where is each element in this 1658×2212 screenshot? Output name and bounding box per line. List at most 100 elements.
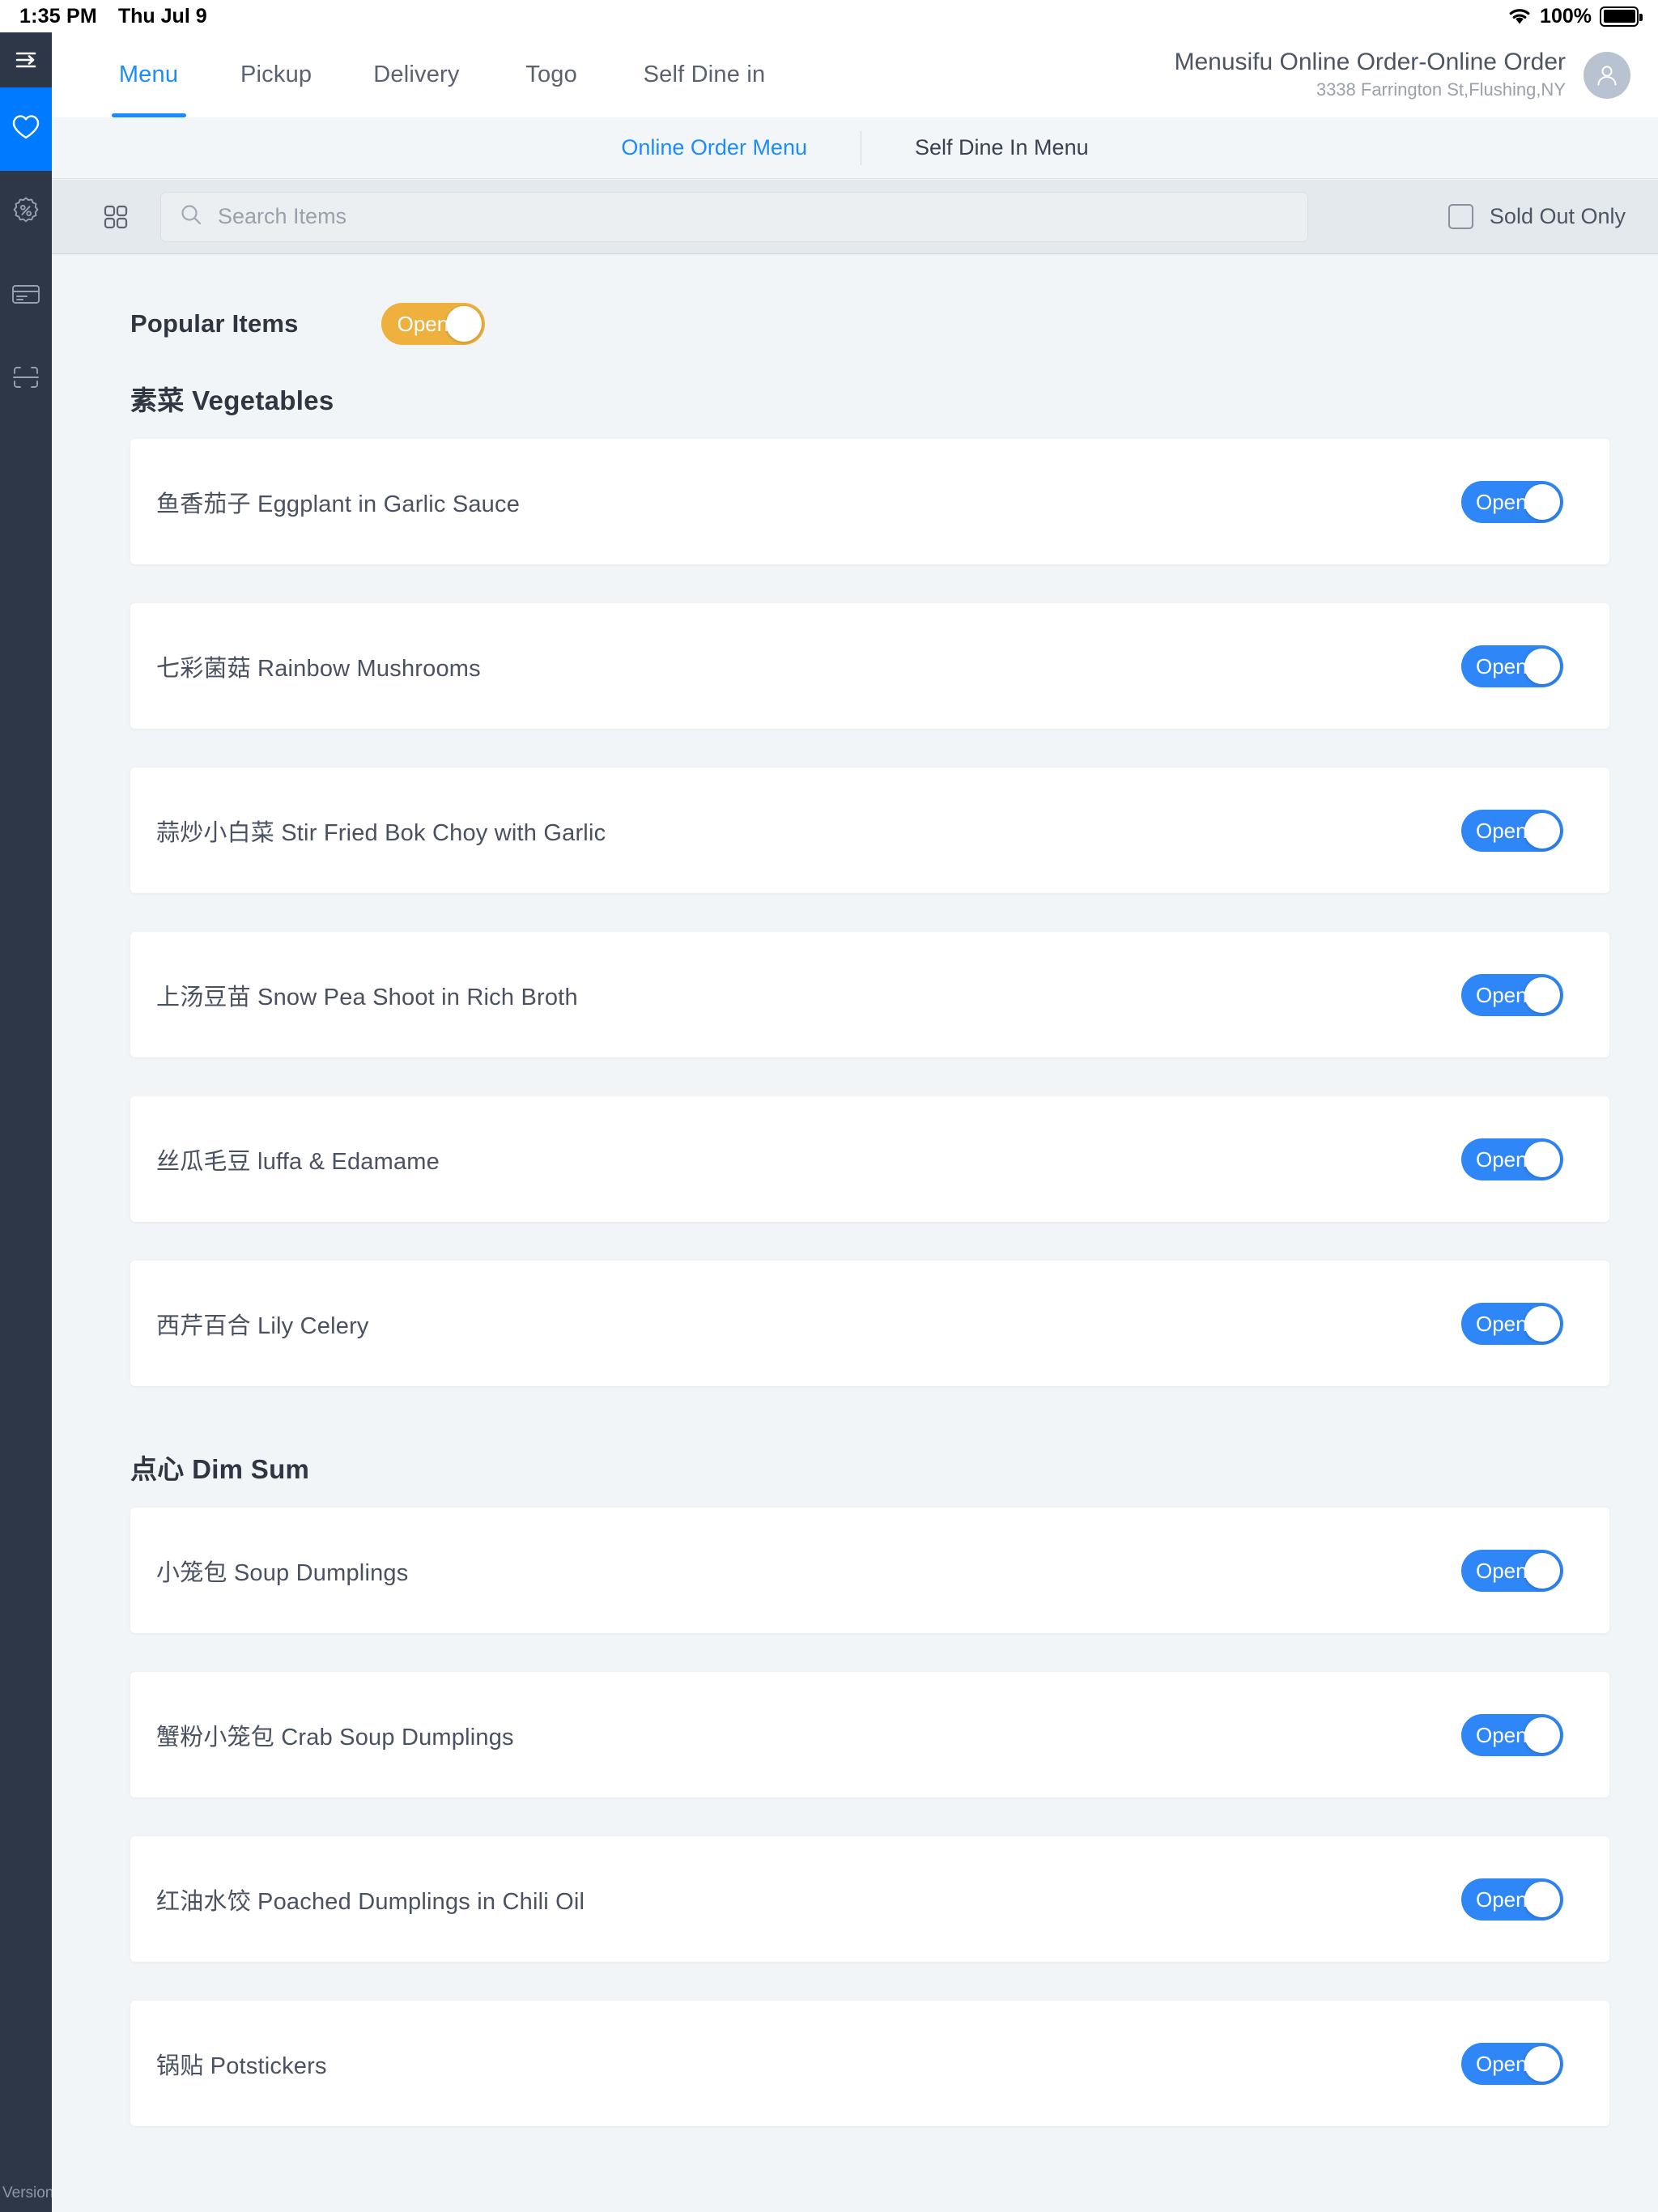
menu-item-row[interactable]: 鱼香茄子 Eggplant in Garlic Sauce Open bbox=[130, 439, 1609, 564]
menu-item-row[interactable]: 锅贴 Potstickers Open bbox=[130, 2001, 1609, 2126]
menu-item-toggle-label: Open bbox=[1476, 982, 1528, 1007]
menu-item-toggle-label: Open bbox=[1476, 818, 1528, 843]
menu-item-name: 七彩菌菇 Rainbow Mushrooms bbox=[156, 655, 481, 682]
submenu-link-self-dine-in-menu[interactable]: Self Dine In Menu bbox=[912, 135, 1092, 160]
sidebar-item-scan[interactable] bbox=[0, 338, 52, 421]
tab-label: Togo bbox=[525, 62, 577, 87]
menu-item-row[interactable]: 蟹粉小笼包 Crab Soup Dumplings Open bbox=[130, 1672, 1609, 1797]
menu-item-row[interactable]: 丝瓜毛豆 luffa & Edamame Open bbox=[130, 1096, 1609, 1222]
toggle-knob bbox=[1524, 1552, 1560, 1589]
section-title: 点心 Dim Sum bbox=[130, 1454, 310, 1484]
row-spacer bbox=[52, 729, 1658, 768]
menu-item-row[interactable]: 小笼包 Soup Dumplings Open bbox=[130, 1508, 1609, 1633]
search-icon bbox=[179, 202, 203, 231]
row-spacer bbox=[52, 1633, 1658, 1672]
menu-item-row[interactable]: 七彩菌菇 Rainbow Mushrooms Open bbox=[130, 603, 1609, 729]
sidebar-collapse-icon[interactable] bbox=[0, 32, 52, 87]
menu-item-row[interactable]: 蒜炒小白菜 Stir Fried Bok Choy with Garlic Ope… bbox=[130, 768, 1609, 893]
row-spacer bbox=[52, 1797, 1658, 1836]
sidebar-item-discounts[interactable] bbox=[0, 171, 52, 254]
row-spacer bbox=[52, 1962, 1658, 2001]
popular-items-row: Popular Items Open bbox=[52, 255, 1658, 356]
menu-item-toggle-label: Open bbox=[1476, 489, 1528, 514]
sold-out-only-filter[interactable]: Sold Out Only bbox=[1448, 204, 1626, 229]
search-toolbar: Sold Out Only bbox=[52, 180, 1658, 254]
menu-content: Popular Items Open 素菜 Vegetables 鱼香茄子 Egg… bbox=[52, 255, 1658, 2212]
top-navigation: Menu Pickup Delivery Togo Self Dine in Menus… bbox=[52, 32, 1658, 117]
row-spacer bbox=[52, 2126, 1658, 2165]
sold-out-checkbox[interactable] bbox=[1448, 204, 1473, 229]
tab-pickup[interactable]: Pickup bbox=[232, 32, 320, 117]
sidebar-item-payments[interactable] bbox=[0, 254, 52, 338]
menu-sections: 素菜 Vegetables 鱼香茄子 Eggplant in Garlic Sau… bbox=[52, 356, 1658, 2165]
status-date: Thu Jul 9 bbox=[117, 4, 207, 28]
search-input[interactable] bbox=[218, 204, 1290, 229]
status-right-cluster: 100% bbox=[1507, 5, 1643, 28]
menu-item-toggle-label: Open bbox=[1476, 1311, 1528, 1336]
sold-out-label: Sold Out Only bbox=[1489, 204, 1626, 228]
sidebar-version-label: Version bbox=[2, 2184, 54, 2201]
menu-item-toggle-label: Open bbox=[1476, 2051, 1528, 2076]
toggle-knob bbox=[1524, 1881, 1560, 1917]
menu-item-name: 鱼香茄子 Eggplant in Garlic Sauce bbox=[156, 491, 521, 517]
section-title: 素菜 Vegetables bbox=[130, 385, 334, 415]
menu-item-open-toggle[interactable]: Open bbox=[1461, 1549, 1563, 1592]
brand-block: Menusifu Online Order-Online Order 3338 … bbox=[1174, 32, 1658, 117]
submenu-link-online-order-menu[interactable]: Online Order Menu bbox=[618, 135, 810, 160]
discount-badge-icon bbox=[11, 195, 41, 230]
sidebar-item-favorites[interactable] bbox=[0, 87, 52, 171]
menu-item-name: 红油水饺 Poached Dumplings in Chili Oil bbox=[156, 1888, 585, 1915]
popular-items-toggle[interactable]: Open bbox=[380, 303, 485, 345]
heart-icon bbox=[11, 113, 41, 145]
menu-item-open-toggle[interactable]: Open bbox=[1461, 973, 1563, 1016]
menu-item-open-toggle[interactable]: Open bbox=[1461, 809, 1563, 852]
menu-item-toggle-label: Open bbox=[1476, 1722, 1528, 1747]
tab-menu[interactable]: Menu bbox=[110, 32, 187, 117]
tab-self-dine-in[interactable]: Self Dine in bbox=[636, 32, 774, 117]
user-avatar-icon[interactable] bbox=[1584, 51, 1630, 99]
menu-item-name: 上汤豆苗 Snow Pea Shoot in Rich Broth bbox=[156, 984, 578, 1010]
row-spacer bbox=[52, 1222, 1658, 1261]
search-field-wrapper[interactable] bbox=[160, 191, 1308, 242]
menu-item-open-toggle[interactable]: Open bbox=[1461, 1713, 1563, 1756]
menu-item-toggle-label: Open bbox=[1476, 1146, 1528, 1172]
toggle-knob bbox=[1524, 812, 1560, 849]
brand-address: 3338 Farrington St,Flushing,NY bbox=[1316, 79, 1566, 100]
toggle-knob bbox=[1524, 483, 1560, 520]
menu-item-row[interactable]: 上汤豆苗 Snow Pea Shoot in Rich Broth Open bbox=[130, 932, 1609, 1057]
menu-item-row[interactable]: 西芹百合 Lily Celery Open bbox=[130, 1261, 1609, 1386]
menu-item-open-toggle[interactable]: Open bbox=[1461, 644, 1563, 687]
status-time: 1:35 PM bbox=[19, 4, 97, 28]
scan-icon bbox=[11, 364, 41, 395]
battery-full-icon bbox=[1600, 6, 1643, 27]
menu-item-open-toggle[interactable]: Open bbox=[1461, 1302, 1563, 1345]
menu-item-row[interactable]: 红油水饺 Poached Dumplings in Chili Oil Open bbox=[130, 1836, 1609, 1962]
row-spacer bbox=[52, 1386, 1658, 1425]
menu-item-toggle-label: Open bbox=[1476, 1887, 1528, 1912]
row-spacer bbox=[52, 1057, 1658, 1096]
tab-label: Pickup bbox=[240, 62, 312, 87]
grid-view-icon[interactable] bbox=[83, 202, 149, 232]
row-spacer bbox=[52, 564, 1658, 603]
tab-togo[interactable]: Togo bbox=[513, 32, 590, 117]
toggle-knob bbox=[1524, 1305, 1560, 1342]
toggle-knob bbox=[1524, 1141, 1560, 1177]
row-spacer bbox=[52, 893, 1658, 932]
menu-item-open-toggle[interactable]: Open bbox=[1461, 1878, 1563, 1921]
menu-item-open-toggle[interactable]: Open bbox=[1461, 1138, 1563, 1180]
tab-label: Self Dine in bbox=[643, 62, 766, 87]
menu-item-name: 锅贴 Potstickers bbox=[156, 2052, 327, 2079]
menu-item-open-toggle[interactable]: Open bbox=[1461, 480, 1563, 523]
wifi-icon bbox=[1507, 6, 1532, 26]
menu-item-toggle-label: Open bbox=[1476, 1558, 1528, 1583]
toggle-knob bbox=[1524, 976, 1560, 1013]
toggle-knob bbox=[1524, 1716, 1560, 1753]
brand-text: Menusifu Online Order-Online Order 3338 … bbox=[1174, 47, 1566, 102]
toggle-knob bbox=[445, 306, 482, 342]
top-tabs: Menu Pickup Delivery Togo Self Dine in bbox=[52, 32, 818, 117]
tab-delivery[interactable]: Delivery bbox=[365, 32, 467, 117]
sidebar: Version bbox=[0, 32, 54, 2212]
menu-item-open-toggle[interactable]: Open bbox=[1461, 2042, 1563, 2085]
menu-item-name: 丝瓜毛豆 luffa & Edamame bbox=[156, 1148, 440, 1175]
menu-item-name: 西芹百合 Lily Celery bbox=[156, 1312, 369, 1339]
